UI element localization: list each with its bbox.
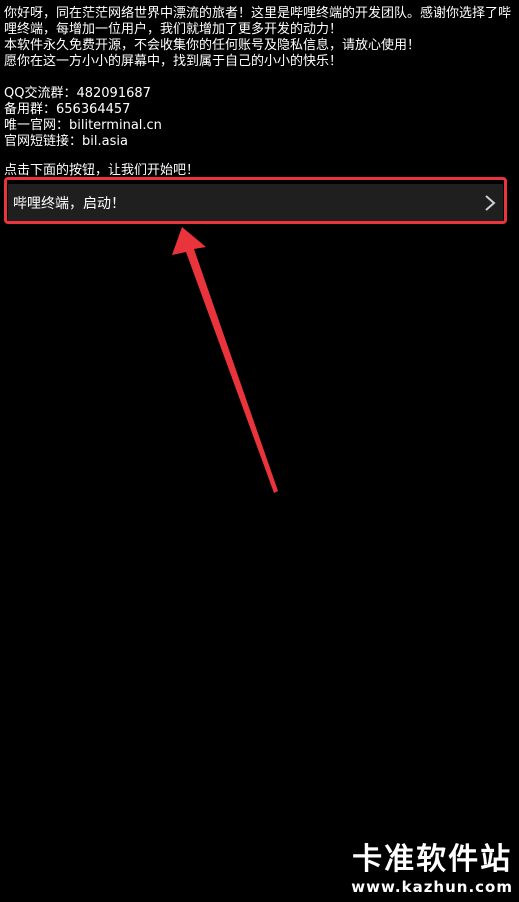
start-prompt: 点击下面的按钮，让我们开始吧！ [4, 163, 200, 178]
short-link: 官网短链接：bil.asia [4, 134, 128, 149]
chevron-right-icon [485, 195, 496, 211]
watermark-title: 卡准软件站 [352, 842, 513, 877]
arrow-annotation [172, 227, 278, 493]
intro-wish: 愿你在这一方小小的屏幕中，找到属于自己的小小的快乐！ [4, 54, 343, 69]
watermark-url: www.kazhun.com [351, 878, 513, 896]
intro-welcome: 你好呀，同在茫茫网络世界中漂流的旅者！这里是哔哩终端的开发团队。感谢你选择了哔哩… [4, 6, 512, 37]
start-button[interactable]: 哔哩终端，启动！ [8, 184, 503, 222]
start-button-label: 哔哩终端，启动！ [13, 196, 125, 212]
contact-info: QQ交流群：482091687 备用群：656364457 唯一官网：bilit… [4, 86, 516, 150]
backup-group: 备用群：656364457 [4, 102, 131, 117]
qq-group: QQ交流群：482091687 [4, 86, 151, 101]
watermark: 卡准软件站 www.kazhun.com [351, 842, 513, 896]
intro-text: 你好呀，同在茫茫网络世界中漂流的旅者！这里是哔哩终端的开发团队。感谢你选择了哔哩… [4, 6, 516, 150]
official-site: 唯一官网：biliterminal.cn [4, 118, 162, 133]
intro-privacy: 本软件永久免费开源，不会收集你的任何账号及隐私信息，请放心使用！ [4, 38, 421, 53]
